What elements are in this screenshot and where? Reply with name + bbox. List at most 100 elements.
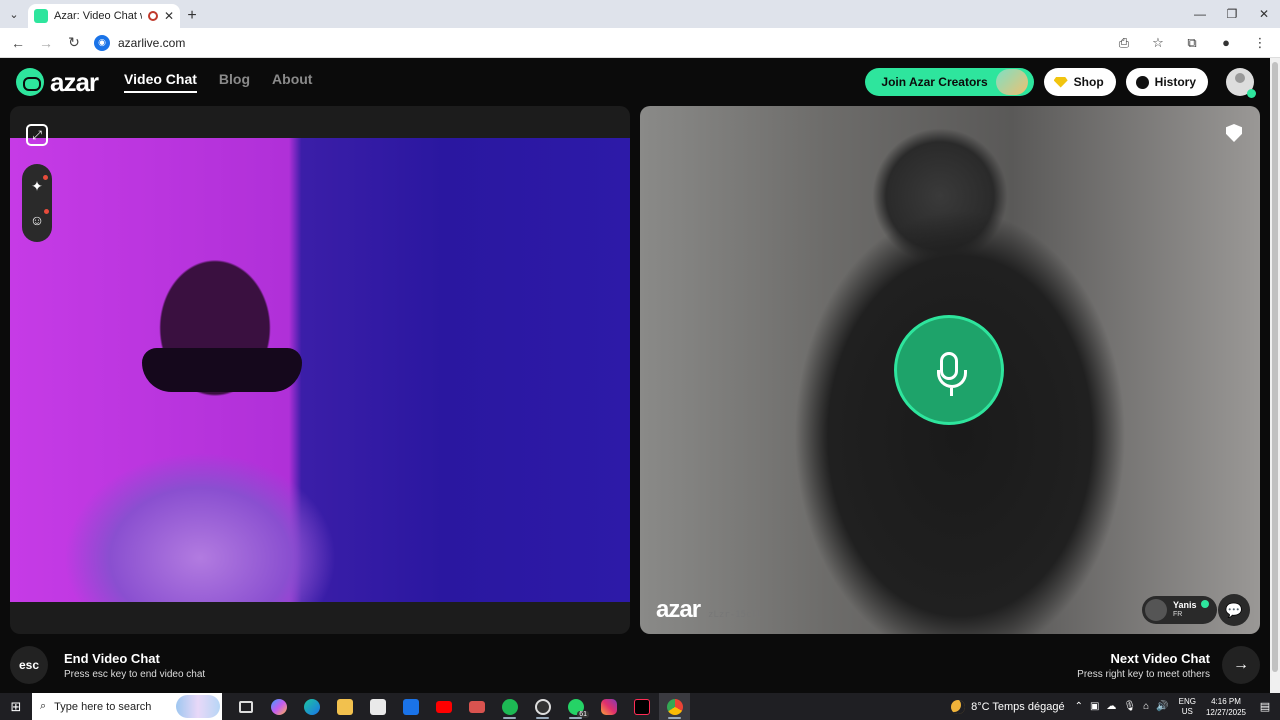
tab-search-icon[interactable]: ⌄ — [0, 0, 28, 28]
search-highlight-icon — [176, 695, 220, 718]
weather-text: 8°C Temps dégagé — [971, 700, 1065, 713]
nav-video-chat[interactable]: Video Chat — [124, 71, 197, 93]
next-chat-hint: Press right key to meet others — [1077, 668, 1210, 680]
forward-icon[interactable]: → — [34, 31, 58, 55]
clock-date: 12/27/2025 — [1205, 707, 1246, 717]
volume-icon[interactable]: 🔊 — [1156, 701, 1168, 712]
outlook-icon[interactable] — [395, 693, 426, 720]
watermark-logo: azar — [656, 596, 701, 623]
notifications-icon[interactable]: ▤ — [1256, 698, 1274, 716]
main-nav: Video Chat Blog About — [124, 71, 312, 93]
logo-text: azar — [50, 66, 99, 97]
taskbar-search-icon: ⌕ — [40, 700, 47, 712]
browser-tab[interactable]: Azar: Video Chat with New ✕ — [28, 4, 180, 28]
partner-country: FR — [1173, 611, 1183, 618]
partner-profile-chip[interactable]: Yanis FR — [1142, 596, 1217, 624]
next-chat-title: Next Video Chat — [1110, 650, 1210, 666]
microphone-button[interactable] — [894, 315, 1004, 425]
reload-icon[interactable]: ↻ — [62, 31, 86, 55]
clock-time: 4:16 PM — [1211, 696, 1241, 706]
next-chat-button[interactable]: → — [1222, 646, 1260, 684]
recording-icon — [147, 11, 158, 21]
history-clock-icon — [1135, 75, 1149, 89]
tray-cloud-icon[interactable]: ☁ — [1106, 701, 1116, 712]
calendar-app-icon[interactable] — [461, 693, 492, 720]
install-app-icon[interactable]: ⎙ — [1110, 31, 1138, 55]
azar-logo-icon — [16, 68, 44, 96]
browser-menu-icon[interactable]: ⋮ — [1246, 31, 1274, 55]
extensions-icon[interactable]: ⧉ — [1178, 31, 1206, 55]
taskbar-search[interactable]: ⌕ Type here to search — [32, 693, 222, 720]
taskbar-clock[interactable]: 4:16 PM 12/27/2025 — [1206, 696, 1246, 718]
azar-site: azar Video Chat Blog About Join Azar Cre… — [0, 58, 1270, 693]
partner-avatar — [1145, 599, 1167, 621]
creators-badge-icon — [995, 69, 1028, 95]
scrollbar-thumb[interactable] — [1272, 62, 1278, 672]
nav-blog[interactable]: Blog — [219, 71, 250, 93]
back-icon[interactable]: ← — [6, 31, 30, 55]
language-indicator[interactable]: ENG US — [1179, 697, 1196, 717]
remote-video-panel: azar zLzr-15cTL Yanis FR 💬 — [640, 106, 1260, 634]
youtube-icon[interactable] — [428, 693, 459, 720]
profile-icon[interactable]: ● — [1212, 31, 1240, 55]
face-filter-icon[interactable]: ☺ — [30, 208, 50, 228]
local-camera-subject — [142, 348, 302, 392]
end-chat-button[interactable]: esc — [10, 646, 48, 684]
nav-about[interactable]: About — [272, 71, 312, 93]
partner-name: Yanis — [1173, 600, 1197, 610]
lang-top: ENG — [1178, 696, 1196, 706]
url-text: azarlive.com — [118, 35, 186, 50]
taskbar-search-placeholder: Type here to search — [54, 700, 152, 713]
shop-button[interactable]: Shop — [1043, 68, 1116, 96]
tray-mic-icon[interactable]: 🎙 — [1123, 701, 1136, 712]
tray-expand-icon[interactable]: ⌃ — [1075, 701, 1083, 712]
system-tray: 8°C Temps dégagé ⌃ ▣ ☁ 🎙 ⌂ 🔊 ENG US 4:16… — [951, 696, 1280, 718]
task-view-icon[interactable] — [230, 693, 261, 720]
history-button[interactable]: History — [1125, 68, 1208, 96]
tab-title: Azar: Video Chat with New — [54, 10, 142, 22]
gem-icon — [1053, 76, 1068, 88]
chrome-icon[interactable] — [659, 693, 690, 720]
report-shield-icon[interactable] — [1226, 124, 1242, 142]
obs-recorder-icon[interactable] — [527, 693, 558, 720]
page-scrollbar[interactable] — [1270, 58, 1280, 693]
azar-logo[interactable]: azar — [16, 66, 99, 98]
minimize-icon[interactable]: — — [1184, 0, 1216, 28]
join-creators-label: Join Azar Creators — [881, 75, 988, 89]
new-tab-icon[interactable]: + — [180, 4, 204, 28]
restore-icon[interactable]: ❐ — [1216, 0, 1248, 28]
file-explorer-icon[interactable] — [329, 693, 360, 720]
site-info-icon[interactable]: ◉ — [94, 34, 110, 51]
site-header: azar Video Chat Blog About Join Azar Cre… — [0, 58, 1270, 106]
copilot-icon[interactable] — [263, 693, 294, 720]
address-bar: ← → ↻ ◉ azarlive.com ⎙ ☆ ⧉ ● ⋮ — [0, 28, 1280, 58]
network-icon[interactable]: ⌂ — [1143, 701, 1149, 712]
instagram-icon[interactable] — [593, 693, 624, 720]
expand-icon[interactable]: ⤢ — [26, 124, 48, 146]
whatsapp-badge: 61 — [577, 711, 589, 718]
moon-icon — [951, 699, 966, 714]
user-avatar[interactable] — [1226, 68, 1256, 98]
local-video-panel: ⤢ ✦ ☺ — [10, 106, 630, 634]
history-label: History — [1154, 75, 1196, 89]
taskbar: ⊞ ⌕ Type here to search 61 8°C Temps dég… — [0, 693, 1280, 720]
url-field[interactable]: ◉ azarlive.com — [90, 30, 1106, 55]
edge-icon[interactable] — [296, 693, 327, 720]
bookmark-star-icon[interactable]: ☆ — [1144, 31, 1172, 55]
tab-close-icon[interactable]: ✕ — [164, 9, 174, 23]
next-chat-control: Next Video Chat Press right key to meet … — [1077, 646, 1260, 684]
sparkle-effects-icon[interactable]: ✦ — [31, 175, 48, 195]
store-icon[interactable] — [362, 693, 393, 720]
weather-widget[interactable]: 8°C Temps dégagé — [951, 699, 1065, 714]
whatsapp-icon[interactable]: 61 — [560, 693, 591, 720]
window-close-icon[interactable]: ✕ — [1248, 0, 1280, 28]
tray-app-icon[interactable]: ▣ — [1090, 701, 1099, 712]
effects-toolbar: ✦ ☺ — [22, 164, 52, 242]
shop-label: Shop — [1073, 75, 1104, 89]
join-creators-button[interactable]: Join Azar Creators — [865, 68, 1034, 96]
tiktok-icon[interactable] — [626, 693, 657, 720]
end-chat-hint: Press esc key to end video chat — [64, 668, 206, 680]
windows-start-icon[interactable]: ⊞ — [0, 693, 32, 720]
spotify-icon[interactable] — [494, 693, 525, 720]
chat-bubble-icon[interactable]: 💬 — [1218, 594, 1250, 626]
